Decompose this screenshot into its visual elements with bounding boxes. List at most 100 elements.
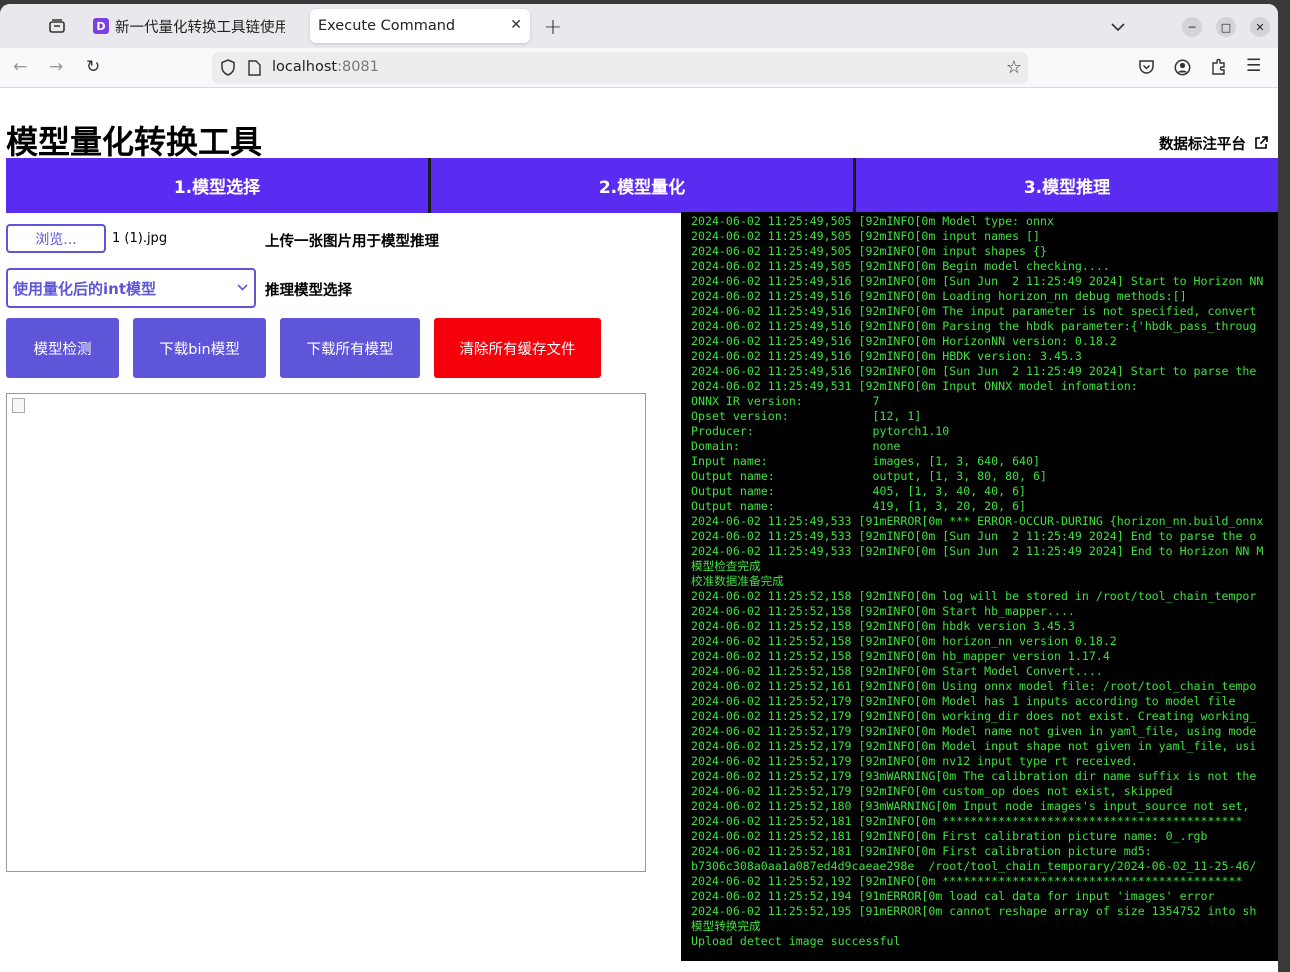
console-line: 2024-06-02 11:25:52,158 [92mINFO[0m log … — [691, 589, 1257, 603]
console-line: 2024-06-02 11:25:52,158 [92mINFO[0m hori… — [691, 634, 1117, 648]
selected-file-name: 1 (1).jpg — [112, 231, 168, 246]
console-output[interactable]: 2024-06-02 11:25:49,505 [92mINFO[0m Mode… — [681, 212, 1278, 961]
console-line: 2024-06-02 11:25:49,505 [92mINFO[0m Begi… — [691, 259, 1110, 273]
console-line: 2024-06-02 11:25:52,179 [92mINFO[0m Mode… — [691, 739, 1257, 753]
download-all-button[interactable]: 下载所有模型 — [280, 318, 420, 378]
broken-image-icon — [12, 398, 25, 413]
annotation-platform-label: 数据标注平台 — [1158, 137, 1246, 153]
console-line: 2024-06-02 11:25:49,533 [91mERROR[0m ***… — [691, 514, 1264, 528]
console-line: Output name: 405, [1, 3, 40, 40, 6] — [691, 484, 1027, 498]
console-line: Domain: none — [691, 439, 901, 453]
console-line: Opset version: [12, 1] — [691, 409, 922, 423]
forward-icon[interactable]: → — [49, 57, 63, 77]
tab-docs[interactable]: D 新一代量化转换工具链使用 — [84, 9, 306, 43]
browser-window: D 新一代量化转换工具链使用 Execute Command ✕ + ─ □ ✕… — [0, 4, 1278, 972]
console-line: 2024-06-02 11:25:49,505 [92mINFO[0m inpu… — [691, 229, 1041, 243]
tab-execute-label: Execute Command — [318, 18, 456, 34]
console-line: 2024-06-02 11:25:52,181 [92mINFO[0m ****… — [691, 814, 1243, 828]
console-line: 2024-06-02 11:25:49,505 [92mINFO[0m inpu… — [691, 244, 1047, 258]
tab-model-select[interactable]: 1.模型选择 — [6, 158, 431, 213]
pocket-icon[interactable] — [1138, 59, 1155, 79]
page-icon — [248, 60, 261, 80]
upload-hint-label: 上传一张图片用于模型推理 — [265, 234, 439, 250]
console-line: 校准数据准备完成 — [691, 574, 784, 588]
console-line: ONNX IR version: 7 — [691, 394, 880, 408]
console-line: 2024-06-02 11:25:49,505 [92mINFO[0m Mode… — [691, 214, 1054, 228]
console-line: 2024-06-02 11:25:52,194 [91mERROR[0m loa… — [691, 889, 1215, 903]
minimize-icon[interactable]: ─ — [1182, 17, 1202, 37]
console-line: 2024-06-02 11:25:52,179 [92mINFO[0m nv12… — [691, 754, 1138, 768]
extensions-icon[interactable] — [1210, 58, 1227, 80]
console-line: Output name: output, [1, 3, 80, 80, 6] — [691, 469, 1047, 483]
console-line: 2024-06-02 11:25:49,516 [92mINFO[0m HBDK… — [691, 349, 1082, 363]
annotation-platform-link[interactable]: 数据标注平台 — [1159, 133, 1268, 154]
page-title: 模型量化转换工具 — [6, 123, 263, 161]
maximize-icon[interactable]: □ — [1216, 17, 1236, 37]
console-line: 2024-06-02 11:25:52,158 [92mINFO[0m Star… — [691, 604, 1075, 618]
console-line: 2024-06-02 11:25:52,195 [91mERROR[0m can… — [691, 904, 1257, 918]
console-line: 2024-06-02 11:25:52,158 [92mINFO[0m hbdk… — [691, 619, 1075, 633]
console-line: 2024-06-02 11:25:52,192 [92mINFO[0m ****… — [691, 874, 1243, 888]
account-icon[interactable] — [1174, 59, 1191, 80]
console-line: 2024-06-02 11:25:49,516 [92mINFO[0m [Sun… — [691, 364, 1257, 378]
chevron-down-icon[interactable] — [1107, 18, 1129, 36]
tab-model-inference[interactable]: 3.模型推理 — [856, 158, 1278, 213]
inference-model-select[interactable]: 使用量化后的int模型 — [6, 268, 256, 308]
console-line: 模型检查完成 — [691, 559, 761, 573]
nav-bar: ← → ↻ localhost:8081 ☆ ☰ — [0, 48, 1278, 88]
console-line: 2024-06-02 11:25:52,181 [92mINFO[0m Firs… — [691, 829, 1208, 843]
image-preview — [6, 393, 646, 872]
back-icon[interactable]: ← — [13, 57, 27, 77]
main-tabs: 1.模型选择 2.模型量化 3.模型推理 — [6, 158, 1278, 213]
console-line: 2024-06-02 11:25:49,531 [92mINFO[0m Inpu… — [691, 379, 1138, 393]
console-line: 2024-06-02 11:25:52,179 [92mINFO[0m Mode… — [691, 694, 1236, 708]
console-line: 2024-06-02 11:25:52,181 [92mINFO[0m Firs… — [691, 844, 1152, 858]
docs-favicon-icon: D — [93, 18, 109, 34]
console-line: 2024-06-02 11:25:49,516 [92mINFO[0m The … — [691, 304, 1257, 318]
close-window-icon[interactable]: ✕ — [1250, 17, 1270, 37]
console-line: 2024-06-02 11:25:52,180 [93mWARNING[0m I… — [691, 799, 1250, 813]
console-line: 2024-06-02 11:25:49,516 [92mINFO[0m Load… — [691, 289, 1187, 303]
tab-list-icon[interactable] — [46, 16, 68, 36]
console-line: 2024-06-02 11:25:49,516 [92mINFO[0m [Sun… — [691, 274, 1264, 288]
console-line: Output name: 419, [1, 3, 20, 20, 6] — [691, 499, 1027, 513]
tab-bar: D 新一代量化转换工具链使用 Execute Command ✕ + ─ □ ✕ — [0, 4, 1278, 48]
tab-model-quantize[interactable]: 2.模型量化 — [431, 158, 856, 213]
console-line: Producer: pytorch1.10 — [691, 424, 950, 438]
model-check-button[interactable]: 模型检测 — [6, 318, 119, 378]
console-lines: 2024-06-02 11:25:49,505 [92mINFO[0m Mode… — [691, 214, 1278, 949]
console-line: 2024-06-02 11:25:52,158 [92mINFO[0m hb_m… — [691, 649, 1110, 663]
reload-icon[interactable]: ↻ — [86, 57, 100, 77]
console-line: Upload detect image successful — [691, 934, 901, 948]
console-line: 2024-06-02 11:25:49,516 [92mINFO[0m Hori… — [691, 334, 1117, 348]
console-line: 2024-06-02 11:25:52,179 [92mINFO[0m work… — [691, 709, 1257, 723]
tab-docs-label: 新一代量化转换工具链使用 — [115, 19, 285, 36]
external-link-icon — [1254, 136, 1268, 154]
url-bar[interactable]: localhost:8081 ☆ — [212, 52, 1028, 84]
tab-execute-command[interactable]: Execute Command ✕ — [310, 9, 530, 43]
inference-model-label: 推理模型选择 — [265, 283, 352, 299]
console-line: 2024-06-02 11:25:49,533 [92mINFO[0m [Sun… — [691, 544, 1264, 558]
url-text[interactable]: localhost:8081 — [272, 59, 379, 75]
browse-button[interactable]: 浏览... — [6, 224, 106, 253]
clear-cache-button[interactable]: 清除所有缓存文件 — [434, 318, 601, 378]
inference-model-select-value: 使用量化后的int模型 — [13, 279, 156, 298]
console-line: 2024-06-02 11:25:49,516 [92mINFO[0m Pars… — [691, 319, 1257, 333]
page-content: 模型量化转换工具 数据标注平台 1.模型选择 2.模型量化 3.模型推理 浏览.… — [0, 89, 1278, 972]
console-line: 2024-06-02 11:25:49,533 [92mINFO[0m [Sun… — [691, 529, 1257, 543]
console-line: b7306c308a0aa1a087ed4d9caeae298e /root/t… — [691, 859, 1257, 873]
chevron-down-icon — [237, 280, 248, 294]
shield-icon[interactable] — [220, 59, 236, 80]
close-tab-icon[interactable]: ✕ — [510, 17, 522, 33]
console-line: 2024-06-02 11:25:52,179 [93mWARNING[0m T… — [691, 769, 1257, 783]
console-line: 2024-06-02 11:25:52,179 [92mINFO[0m cust… — [691, 784, 1173, 798]
bookmark-star-icon[interactable]: ☆ — [1006, 57, 1022, 78]
console-line: 2024-06-02 11:25:52,179 [92mINFO[0m Mode… — [691, 724, 1257, 738]
console-line: Input name: images, [1, 3, 640, 640] — [691, 454, 1041, 468]
new-tab-icon[interactable]: + — [542, 15, 564, 40]
console-line: 2024-06-02 11:25:52,161 [92mINFO[0m Usin… — [691, 679, 1257, 693]
menu-icon[interactable]: ☰ — [1246, 56, 1261, 76]
console-line: 模型转换完成 — [691, 919, 761, 933]
download-bin-button[interactable]: 下载bin模型 — [133, 318, 266, 378]
console-line: 2024-06-02 11:25:52,158 [92mINFO[0m Star… — [691, 664, 1103, 678]
